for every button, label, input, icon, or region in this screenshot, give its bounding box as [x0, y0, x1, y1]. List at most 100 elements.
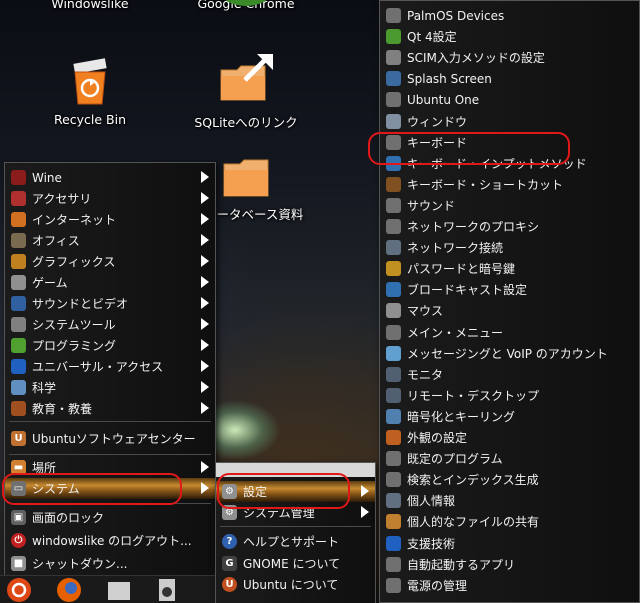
submenu-arrow-icon [201, 461, 209, 473]
personal-info-icon [386, 493, 401, 508]
menu-item-setting[interactable]: キーボード [380, 132, 639, 153]
menu-item-logout[interactable]: ⏻ windowslike のログアウト... [5, 530, 215, 551]
menu-item-settings[interactable]: ⚙ 設定 [216, 481, 375, 502]
menu-item-category[interactable]: ユニバーサル・アクセス [5, 356, 215, 377]
menu-item-label: インターネット [32, 213, 117, 227]
menu-item-category[interactable]: プログラミング [5, 335, 215, 356]
menu-item-label: サウンド [407, 199, 456, 213]
menu-item-places[interactable]: ▬ 場所 [5, 457, 215, 478]
main-menu-icon [386, 325, 401, 340]
menu-item-category[interactable]: オフィス [5, 230, 215, 251]
menu-item-about-ubuntu[interactable]: U Ubuntu について [216, 575, 375, 593]
applications-menu: Wine アクセサリインターネットオフィス グラフィックス ゲーム サウンドとビデオ シス… [4, 162, 216, 578]
window-icon [386, 114, 401, 129]
programming-icon [11, 338, 26, 353]
default-apps-icon [386, 451, 401, 466]
submenu-arrow-icon [201, 402, 209, 414]
assistive-icon [386, 536, 401, 551]
menu-item-blank [216, 463, 375, 477]
menu-item-setting[interactable]: 既定のプログラム [380, 448, 639, 469]
settings-submenu: PalmOS Devices Qt 4設定 SCIM入力メソッドの設定 Splash … [379, 0, 640, 603]
menu-item-lock-screen[interactable]: ▣ 画面のロック [5, 507, 215, 528]
menu-item-setting[interactable]: 外観の設定 [380, 427, 639, 448]
mouse-icon [386, 303, 401, 318]
search-icon [386, 472, 401, 487]
menu-item-setting[interactable]: キーボード・インプットメソッド [380, 153, 639, 174]
menu-item-setting[interactable]: モニタ [380, 364, 639, 385]
speaker-icon[interactable] [156, 577, 178, 603]
file-manager-icon[interactable] [106, 577, 132, 603]
submenu-arrow-icon [201, 482, 209, 494]
menu-item-category[interactable]: システムツール [5, 314, 215, 335]
power-icon [386, 578, 401, 593]
ubuntu-logo-icon[interactable] [6, 577, 32, 603]
menu-item-label: ユニバーサル・アクセス [32, 360, 164, 374]
menu-item-setting[interactable]: SCIM入力メソッドの設定 [380, 47, 639, 68]
desktop-icon-recycle-bin[interactable]: Recycle Bin [30, 58, 150, 127]
menu-item-label: プログラミング [32, 339, 117, 353]
menu-item-setting[interactable]: リモート・デスクトップ [380, 385, 639, 406]
menu-item-setting[interactable]: 支援技術 [380, 533, 639, 554]
system-submenu: ⚙ 設定 ⚙ システム管理 ? ヘルプとサポート G GNOME について U … [215, 462, 376, 603]
menu-item-label: メイン・メニュー [407, 326, 504, 340]
submenu-arrow-icon [201, 297, 209, 309]
key-icon [386, 261, 401, 276]
submenu-arrow-icon [201, 255, 209, 267]
menu-item-software-center[interactable]: U Ubuntuソフトウェアセンター [5, 428, 215, 449]
admin-icon: ⚙ [222, 505, 237, 520]
menu-item-setting[interactable]: メッセージングと VoIP のアカウント [380, 343, 639, 364]
desktop-icon-label: SQLiteへのリンク [194, 115, 298, 130]
submenu-arrow-icon [201, 234, 209, 246]
wine-icon [11, 170, 26, 185]
menu-item-category[interactable]: 教育・教養 [5, 398, 215, 419]
menu-item-label: パスワードと暗号鍵 [407, 262, 516, 276]
menu-item-setting[interactable]: ウィンドウ [380, 111, 639, 132]
firefox-icon[interactable] [56, 577, 82, 603]
menu-item-setting[interactable]: 自動起動するアプリ [380, 554, 639, 575]
menu-item-setting[interactable]: PalmOS Devices [380, 5, 639, 26]
menu-item-label: 教育・教養 [32, 402, 93, 416]
menu-item-category[interactable]: Wine [5, 167, 215, 188]
menu-item-setting[interactable]: 個人情報 [380, 490, 639, 511]
menu-item-label: 画面のロック [32, 511, 105, 525]
chrome-icon [225, 0, 267, 6]
menu-separator [9, 421, 211, 422]
menu-item-category[interactable]: ゲーム [5, 272, 215, 293]
menu-item-setting[interactable]: サウンド [380, 195, 639, 216]
desktop-icon-sqlite-link[interactable]: SQLiteへのリンク [186, 50, 306, 131]
submenu-arrow-icon [361, 506, 369, 518]
menu-item-setting[interactable]: ネットワークのプロキシ [380, 216, 639, 237]
menu-item-setting[interactable]: Splash Screen [380, 68, 639, 89]
menu-item-label: モニタ [407, 368, 444, 382]
menu-item-setting[interactable]: Ubuntu One [380, 89, 639, 110]
menu-item-setting[interactable]: 暗号化とキーリング [380, 406, 639, 427]
menu-item-label: キーボード [407, 136, 468, 150]
places-icon: ▬ [11, 460, 26, 475]
menu-item-setting[interactable]: 電源の管理 [380, 575, 639, 596]
menu-separator [9, 454, 211, 455]
menu-item-category[interactable]: グラフィックス [5, 251, 215, 272]
menu-item-category[interactable]: 科学 [5, 377, 215, 398]
menu-item-system[interactable]: ▭ システム [5, 478, 215, 499]
desktop-icon-windowslike[interactable]: Windowslike [30, 0, 150, 11]
menu-item-category[interactable]: インターネット [5, 209, 215, 230]
menu-item-setting[interactable]: 検索とインデックス生成 [380, 469, 639, 490]
menu-item-setting[interactable]: メイン・メニュー [380, 322, 639, 343]
menu-item-setting[interactable]: 個人的なファイルの共有 [380, 511, 639, 532]
desktop-icon-google-chrome[interactable]: Google Chrome [186, 0, 306, 11]
appearance-icon [386, 430, 401, 445]
menu-item-about-gnome[interactable]: G GNOME について [216, 553, 375, 574]
menu-item-setting[interactable]: マウス [380, 300, 639, 321]
menu-item-help[interactable]: ? ヘルプとサポート [216, 531, 375, 552]
menu-item-admin[interactable]: ⚙ システム管理 [216, 502, 375, 523]
accessories-icon [11, 191, 26, 206]
menu-item-setting[interactable]: キーボード・ショートカット [380, 174, 639, 195]
menu-item-setting[interactable]: Qt 4設定 [380, 26, 639, 47]
internet-icon [11, 212, 26, 227]
menu-item-shutdown[interactable]: ■ シャットダウン... [5, 553, 215, 574]
menu-item-setting[interactable]: ブロードキャスト設定 [380, 279, 639, 300]
menu-item-setting[interactable]: パスワードと暗号鍵 [380, 258, 639, 279]
menu-item-category[interactable]: アクセサリ [5, 188, 215, 209]
menu-item-category[interactable]: サウンドとビデオ [5, 293, 215, 314]
menu-item-setting[interactable]: ネットワーク接続 [380, 237, 639, 258]
